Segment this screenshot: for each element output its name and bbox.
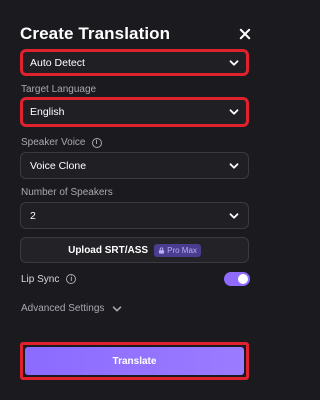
- info-icon[interactable]: i: [66, 274, 77, 284]
- lip-sync-label: Lip Sync: [21, 273, 60, 285]
- panel-header: Create Translation: [20, 22, 253, 46]
- upload-label: Upload SRT/ASS: [68, 244, 149, 256]
- source-language-select[interactable]: Auto Detect: [20, 49, 249, 76]
- chevron-down-icon: [112, 304, 122, 314]
- translate-label: Translate: [112, 355, 157, 367]
- info-icon[interactable]: i: [91, 137, 102, 148]
- lip-sync-row: Lip Sync i: [21, 271, 250, 287]
- speakers-select[interactable]: 2: [20, 202, 249, 229]
- target-language-value: English: [30, 106, 65, 118]
- upload-srt-button[interactable]: Upload SRT/ASS Pro Max: [20, 237, 249, 263]
- speaker-voice-label: Speaker Voice i: [21, 137, 102, 148]
- translate-button-fill: Translate: [25, 347, 244, 375]
- advanced-settings-label: Advanced Settings: [21, 303, 105, 314]
- speakers-value: 2: [30, 209, 36, 222]
- page-title: Create Translation: [20, 24, 171, 43]
- chevron-down-icon: [229, 161, 239, 171]
- speakers-label: Number of Speakers: [21, 187, 113, 198]
- speaker-voice-value: Voice Clone: [30, 159, 87, 172]
- lip-sync-toggle[interactable]: [224, 272, 250, 286]
- chevron-down-icon: [229, 211, 239, 221]
- toggle-knob: [238, 274, 248, 284]
- chevron-down-icon: [229, 107, 239, 117]
- speaker-voice-select[interactable]: Voice Clone: [20, 152, 249, 179]
- source-language-value: Auto Detect: [30, 56, 85, 69]
- target-language-label: Target Language: [21, 84, 97, 95]
- create-translation-panel: Create Translation Auto Detect Target La…: [0, 0, 271, 400]
- target-language-select[interactable]: English: [20, 97, 249, 127]
- close-icon[interactable]: [237, 26, 253, 42]
- lock-icon: [158, 246, 165, 254]
- advanced-settings-toggle[interactable]: Advanced Settings: [21, 303, 122, 314]
- chevron-down-icon: [229, 58, 239, 68]
- pro-max-badge: Pro Max: [154, 243, 201, 257]
- translate-button[interactable]: Translate: [20, 342, 249, 380]
